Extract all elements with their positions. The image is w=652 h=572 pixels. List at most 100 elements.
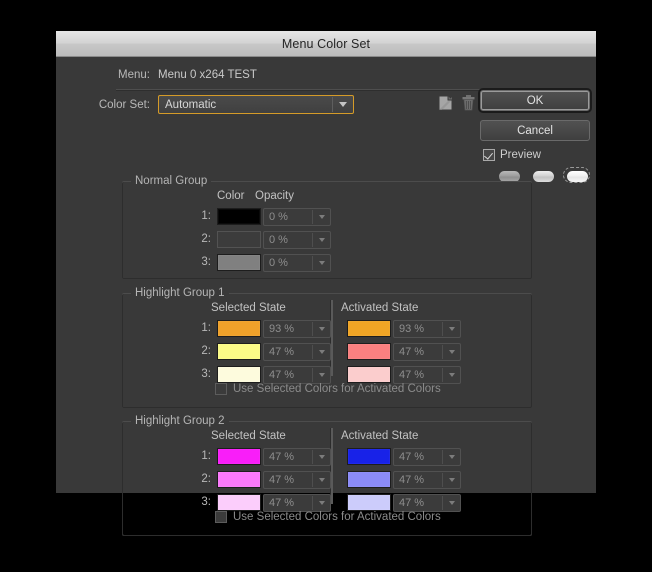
preview-checkbox[interactable] (483, 149, 495, 161)
highlight-group-2-row-2-activated-opacity-field[interactable]: 47 % (393, 471, 461, 489)
highlight-group-1-divider (330, 300, 333, 376)
normal-group-row-2-color-opacity-field[interactable]: 0 % (263, 231, 331, 249)
chevron-down-icon[interactable] (313, 238, 330, 242)
opacity-value: 47 % (399, 497, 425, 509)
chevron-down-icon[interactable] (313, 215, 330, 219)
normal-group-row-3-color-opacity-field[interactable]: 0 % (263, 254, 331, 272)
highlight-group-2-row-2-selected-opacity-field[interactable]: 47 % (263, 471, 331, 489)
normal-group-color-header: Color (217, 190, 245, 202)
highlight-group-1-use-selected-row[interactable]: Use Selected Colors for Activated Colors (215, 383, 441, 395)
highlight-group-2-row-2-label: 2: (201, 473, 211, 485)
highlight-group-1-row-3-selected-opacity-field[interactable]: 47 % (263, 366, 331, 384)
colorset-dropdown[interactable]: Automatic (158, 95, 354, 114)
cancel-button[interactable]: Cancel (480, 120, 590, 141)
preview-pill-activated-shape (567, 170, 588, 182)
preview-checkbox-row[interactable]: Preview (483, 149, 541, 161)
delete-color-set-icon[interactable] (459, 93, 477, 113)
highlight-group-2-activated-header: Activated State (341, 430, 419, 442)
chevron-down-icon[interactable] (313, 478, 330, 482)
highlight-group-2-row-1-activated-swatch[interactable] (347, 448, 391, 465)
highlight-group-1-use-selected-label: Use Selected Colors for Activated Colors (233, 383, 441, 395)
opacity-value: 47 % (399, 346, 425, 358)
chevron-down-icon[interactable] (313, 327, 330, 331)
highlight-group-2-row-3-selected-opacity-field[interactable]: 47 % (263, 494, 331, 512)
dialog-titlebar[interactable]: Menu Color Set (56, 31, 596, 57)
highlight-group-2-row-1-selected-opacity-field[interactable]: 47 % (263, 448, 331, 466)
chevron-down-icon (333, 102, 353, 107)
highlight-group-1-row-1-selected-swatch[interactable] (217, 320, 261, 337)
highlight-group-1-selected-header: Selected State (211, 302, 286, 314)
highlight-group-1-row-1-activated-swatch[interactable] (347, 320, 391, 337)
highlight-group-1-row-2-activated-swatch[interactable] (347, 343, 391, 360)
highlight-group-1-row-3-activated-opacity-field[interactable]: 47 % (393, 366, 461, 384)
highlight-group-2-divider (330, 428, 333, 504)
chevron-down-icon[interactable] (313, 455, 330, 459)
highlight-group-2-use-selected-label: Use Selected Colors for Activated Colors (233, 511, 441, 523)
chevron-down-icon[interactable] (443, 501, 460, 505)
chevron-down-icon[interactable] (443, 478, 460, 482)
opacity-value: 0 % (269, 234, 288, 246)
colorset-label: Color Set: (98, 98, 150, 111)
header-divider (116, 89, 520, 91)
normal-group-row-3-color-swatch[interactable] (217, 254, 261, 271)
menu-label: Menu: (118, 69, 150, 81)
normal-group-row-3-label: 3: (201, 256, 211, 268)
highlight-group-1-row-1-selected-opacity-field[interactable]: 93 % (263, 320, 331, 338)
preview-label: Preview (500, 149, 541, 161)
preview-pill-selected[interactable] (533, 170, 554, 182)
menu-value: Menu 0 x264 TEST (158, 69, 257, 81)
chevron-down-icon[interactable] (313, 350, 330, 354)
highlight-group-1-row-3-label: 3: (201, 368, 211, 380)
preview-pill-activated[interactable] (563, 167, 590, 183)
chevron-down-icon[interactable] (443, 373, 460, 377)
opacity-value: 47 % (399, 474, 425, 486)
normal-group-row-1-color-swatch[interactable] (217, 208, 261, 225)
chevron-down-icon[interactable] (443, 455, 460, 459)
ok-button-label: OK (526, 94, 544, 107)
chevron-down-icon[interactable] (443, 350, 460, 354)
normal-group-row-2-color-swatch[interactable] (217, 231, 261, 248)
chevron-down-icon[interactable] (313, 501, 330, 505)
dialog-body: Menu: Menu 0 x264 TEST Color Set: Automa… (56, 57, 596, 536)
highlight-group-2-row-3-activated-opacity-field[interactable]: 47 % (393, 494, 461, 512)
highlight-group-2-use-selected-row[interactable]: Use Selected Colors for Activated Colors (215, 511, 441, 523)
normal-group-title: Normal Group (131, 175, 212, 187)
chevron-down-icon[interactable] (313, 261, 330, 265)
chevron-down-icon[interactable] (313, 373, 330, 377)
highlight-group-1-box: Highlight Group 1 Selected State Activat… (122, 287, 532, 408)
new-color-set-icon[interactable] (436, 93, 454, 113)
preview-pill-selected-shape (533, 170, 554, 182)
highlight-group-1-row-2-selected-swatch[interactable] (217, 343, 261, 360)
highlight-group-1-row-2-activated-opacity-field[interactable]: 47 % (393, 343, 461, 361)
normal-group-box: Normal Group Color Opacity 1: 0 % 2: 0 % 3: 0… (122, 175, 532, 279)
opacity-value: 47 % (399, 369, 425, 381)
colorset-row: Color Set: Automatic (56, 95, 476, 114)
preview-pill-normal-shape (499, 170, 520, 182)
opacity-value: 47 % (269, 451, 295, 463)
highlight-group-1-row-3-selected-swatch[interactable] (217, 366, 261, 383)
highlight-group-2-row-1-activated-opacity-field[interactable]: 47 % (393, 448, 461, 466)
highlight-group-2-use-selected-checkbox[interactable] (215, 511, 227, 523)
highlight-group-1-title: Highlight Group 1 (131, 287, 229, 299)
ok-button[interactable]: OK (478, 88, 592, 113)
normal-group-opacity-header: Opacity (255, 190, 294, 202)
highlight-group-1-activated-header: Activated State (341, 302, 419, 314)
highlight-group-1-use-selected-checkbox[interactable] (215, 383, 227, 395)
highlight-group-1-row-2-selected-opacity-field[interactable]: 47 % (263, 343, 331, 361)
opacity-value: 93 % (269, 323, 295, 335)
highlight-group-2-row-3-label: 3: (201, 496, 211, 508)
opacity-value: 93 % (399, 323, 425, 335)
highlight-group-2-title: Highlight Group 2 (131, 415, 229, 427)
normal-group-row-1-color-opacity-field[interactable]: 0 % (263, 208, 331, 226)
highlight-group-1-row-3-activated-swatch[interactable] (347, 366, 391, 383)
highlight-group-1-row-2-label: 2: (201, 345, 211, 357)
highlight-group-2-row-2-activated-swatch[interactable] (347, 471, 391, 488)
chevron-down-icon[interactable] (443, 327, 460, 331)
highlight-group-2-row-1-selected-swatch[interactable] (217, 448, 261, 465)
cancel-button-label: Cancel (517, 124, 553, 137)
highlight-group-2-row-2-selected-swatch[interactable] (217, 471, 261, 488)
highlight-group-2-row-3-activated-swatch[interactable] (347, 494, 391, 511)
highlight-group-1-row-1-activated-opacity-field[interactable]: 93 % (393, 320, 461, 338)
highlight-group-2-row-3-selected-swatch[interactable] (217, 494, 261, 511)
opacity-value: 47 % (269, 474, 295, 486)
